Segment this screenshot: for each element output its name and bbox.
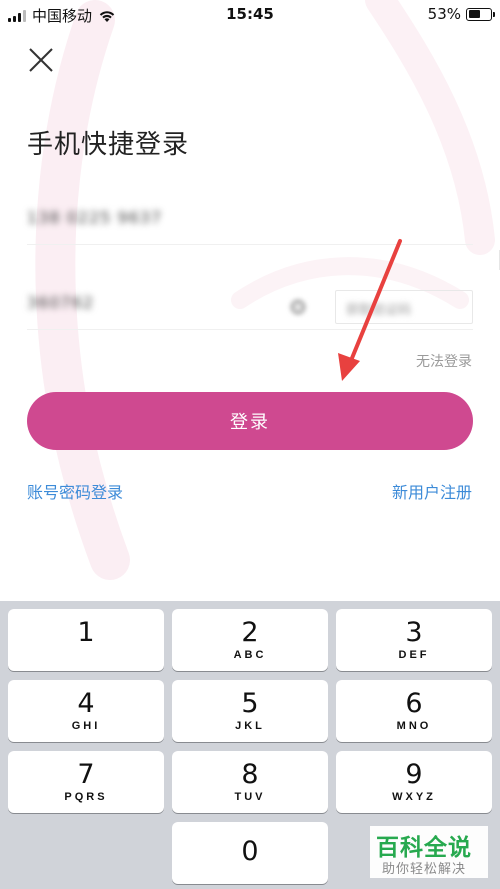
battery-fill (468, 10, 480, 18)
login-button[interactable]: 登录 (27, 392, 473, 450)
watermark-title: 百科全说 (376, 835, 472, 861)
key-letters: WXYZ (392, 791, 436, 803)
key-number: 8 (241, 759, 259, 790)
key-1[interactable]: 1 (8, 609, 164, 671)
phone-input[interactable]: 138 0225 9637 (27, 195, 473, 245)
key-number: 1 (77, 617, 95, 648)
password-login-link[interactable]: 账号密码登录 (27, 479, 123, 503)
key-number: 5 (241, 688, 259, 719)
get-code-button[interactable]: 获取验证码 (335, 290, 473, 324)
key-letters: DEF (398, 649, 430, 661)
status-time: 15:45 (226, 5, 274, 23)
key-number: 4 (77, 688, 95, 719)
key-3[interactable]: 3 DEF (336, 609, 492, 671)
key-8[interactable]: 8 TUV (172, 751, 328, 813)
key-2[interactable]: 2 ABC (172, 609, 328, 671)
key-0[interactable]: 0 (172, 822, 328, 884)
status-bar: 中国移动 15:45 53% (0, 0, 500, 28)
key-letters: PQRS (64, 791, 108, 803)
watermark-logo: 百科全说 助你轻松解决 (370, 826, 488, 878)
key-number: 0 (241, 836, 259, 867)
code-value: 360762 (27, 293, 95, 312)
key-letters: ABC (233, 649, 267, 661)
close-icon[interactable] (26, 45, 56, 75)
key-letters: MNO (396, 720, 432, 732)
get-code-label: 获取验证码 (346, 303, 412, 318)
battery-percent: 53% (427, 5, 461, 23)
key-number: 3 (405, 617, 423, 648)
key-9[interactable]: 9 WXYZ (336, 751, 492, 813)
key-5[interactable]: 5 JKL (172, 680, 328, 742)
key-4[interactable]: 4 GHI (8, 680, 164, 742)
key-number: 6 (405, 688, 423, 719)
key-6[interactable]: 6 MNO (336, 680, 492, 742)
cant-login-link[interactable]: 无法登录 (416, 351, 472, 371)
key-number: 7 (77, 759, 95, 790)
clear-input-icon[interactable] (289, 298, 307, 316)
page-title: 手机快捷登录 (27, 130, 190, 160)
key-number: 9 (405, 759, 423, 790)
key-7[interactable]: 7 PQRS (8, 751, 164, 813)
watermark-subtitle: 助你轻松解决 (382, 862, 467, 877)
key-number: 2 (241, 617, 259, 648)
key-letters: JKL (235, 720, 265, 732)
status-right: 53% (427, 5, 495, 23)
register-link[interactable]: 新用户注册 (392, 479, 472, 503)
verification-code-input[interactable]: 360762 获取验证码 (27, 280, 473, 330)
phone-value: 138 0225 9637 (27, 208, 163, 227)
battery-icon (466, 7, 495, 21)
key-letters: GHI (71, 720, 101, 732)
key-letters: TUV (234, 791, 266, 803)
